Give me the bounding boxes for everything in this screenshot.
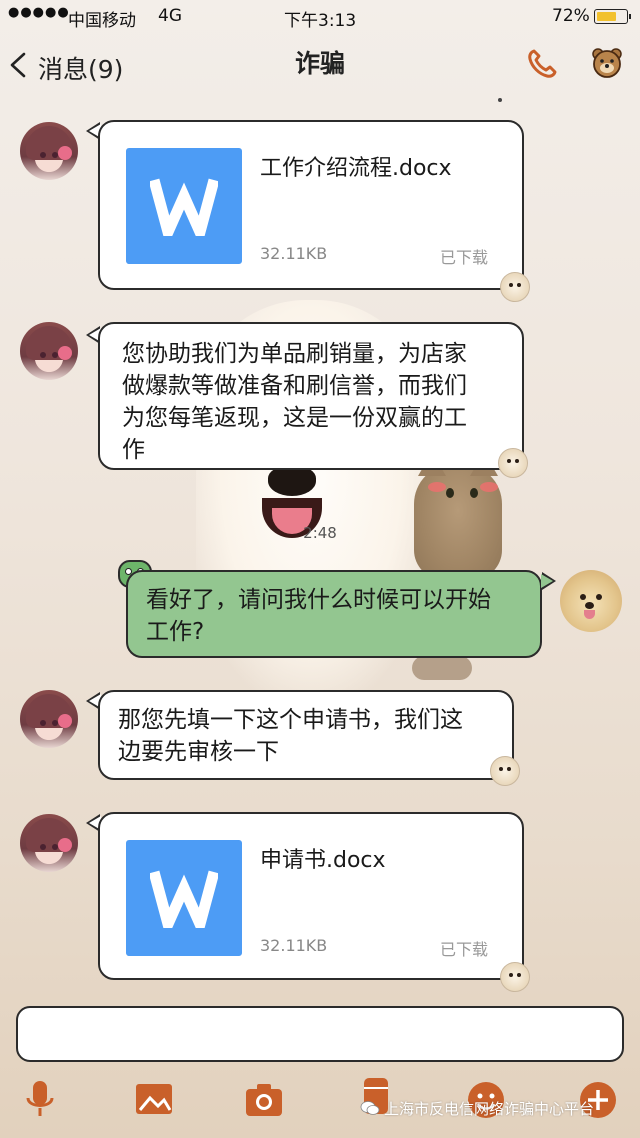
nav-bar: 消息(9) 诈骗 — [0, 32, 640, 92]
cat-blush — [480, 482, 498, 492]
battery-percent: 72% — [552, 6, 590, 26]
text-message-bubble[interactable]: 那您先填一下这个申请书，我们这 边要先审核一下 — [98, 690, 514, 780]
bubble-dog-sticker-icon — [500, 272, 530, 302]
download-status: 已下载 — [440, 940, 489, 959]
download-status: 已下载 — [440, 248, 489, 267]
network-type: 4G — [158, 6, 182, 26]
bubble-dog-sticker-icon — [500, 962, 530, 992]
file-message-bubble[interactable]: 申请书.docx 32.11KB 已下载 — [98, 812, 524, 980]
file-name: 工作介绍流程.docx — [260, 156, 452, 181]
bubble-tail — [541, 572, 556, 590]
cat-paw — [412, 656, 472, 680]
text-message-bubble[interactable]: 您协助我们为单品刷销量，为店家 做爆款等做准备和刷信誉，而我们 为您每笔返现，这… — [98, 322, 524, 470]
pull-indicator — [498, 98, 502, 102]
bear-avatar-icon[interactable] — [590, 46, 624, 80]
clock: 下午3:13 — [284, 11, 357, 31]
message-input[interactable] — [16, 1006, 624, 1062]
outgoing-message-bubble[interactable]: 看好了，请问我什么时候可以开始 工作? — [126, 570, 542, 658]
contact-avatar[interactable] — [20, 690, 78, 748]
signal-strength: ●●●●● — [8, 5, 70, 20]
dog-nose — [268, 466, 316, 496]
file-size: 32.11KB — [260, 936, 328, 955]
phone-icon[interactable] — [526, 48, 558, 80]
microphone-icon[interactable] — [20, 1078, 60, 1118]
camera-icon[interactable] — [244, 1080, 284, 1120]
contact-avatar[interactable] — [20, 322, 78, 380]
carrier-name: 中国移动 — [68, 11, 136, 31]
contact-avatar[interactable] — [20, 122, 78, 180]
my-avatar[interactable] — [560, 570, 622, 632]
word-file-icon — [126, 148, 242, 264]
bubble-dog-sticker-icon — [498, 448, 528, 478]
image-icon[interactable] — [134, 1080, 174, 1120]
status-bar: ●●●●● 中国移动 4G 下午3:13 72% — [0, 0, 640, 32]
file-name: 申请书.docx — [260, 848, 386, 873]
wechat-logo-icon — [360, 1101, 380, 1115]
file-size: 32.11KB — [260, 244, 328, 263]
message-line: 做爆款等做准备和刷信誉，而我们 — [122, 373, 467, 399]
message-timestamp: 2:48 — [303, 524, 337, 542]
bubble-dog-sticker-icon — [490, 756, 520, 786]
message-line: 为您每笔返现，这是一份双赢的工 — [122, 405, 467, 431]
message-line: 您协助我们为单品刷销量，为店家 — [122, 341, 467, 367]
cat-eye — [446, 488, 454, 498]
message-line: 看好了，请问我什么时候可以开始 — [146, 587, 491, 613]
message-line: 工作? — [146, 619, 205, 645]
message-line: 作 — [122, 437, 145, 463]
watermark-text: 上海市反电信网络诈骗中心平台 — [384, 1100, 595, 1118]
file-message-bubble[interactable]: 工作介绍流程.docx 32.11KB 已下载 — [98, 120, 524, 290]
message-line: 边要先审核一下 — [118, 739, 279, 765]
word-file-icon — [126, 840, 242, 956]
cat-blush — [428, 482, 446, 492]
cat-eye — [470, 488, 478, 498]
battery-icon — [594, 9, 631, 24]
message-line: 那您先填一下这个申请书，我们这 — [118, 707, 463, 733]
contact-avatar[interactable] — [20, 814, 78, 872]
